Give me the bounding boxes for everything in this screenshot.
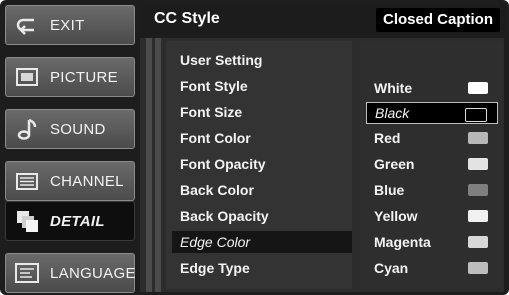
option-magenta[interactable]: Magenta	[366, 231, 498, 253]
menu-item-edge-color[interactable]: Edge Color	[172, 231, 352, 253]
nav-detail-label: DETAIL	[50, 213, 105, 230]
menu-item-user-setting[interactable]: User Setting	[172, 49, 352, 71]
option-label: Magenta	[374, 234, 431, 250]
option-red[interactable]: Red	[366, 127, 498, 149]
picture-icon	[16, 68, 38, 86]
menu-item-edge-type[interactable]: Edge Type	[172, 257, 352, 279]
color-swatch-magenta	[468, 236, 488, 248]
option-label: Yellow	[374, 208, 418, 224]
menu-item-font-size[interactable]: Font Size	[172, 101, 352, 123]
option-yellow[interactable]: Yellow	[366, 205, 498, 227]
header-bar: CC Style Closed Caption	[140, 5, 506, 35]
option-label: Red	[374, 130, 401, 146]
menu-item-font-color[interactable]: Font Color	[172, 127, 352, 149]
color-swatch-yellow	[468, 210, 488, 222]
option-black[interactable]: Black	[366, 102, 498, 124]
stripe	[155, 38, 161, 292]
nav-language-button[interactable]: LANGUAGE	[5, 253, 135, 293]
nav-detail-button[interactable]: DETAIL	[5, 201, 135, 241]
option-green[interactable]: Green	[366, 153, 498, 175]
option-label: Black	[375, 105, 410, 121]
color-swatch-black	[465, 108, 487, 122]
page-title: CC Style	[154, 10, 220, 27]
option-blue[interactable]: Blue	[366, 179, 498, 201]
nav-language-label: LANGUAGE	[50, 265, 136, 282]
nav-channel-button[interactable]: CHANNEL	[5, 161, 135, 201]
nav-exit-button[interactable]: EXIT	[5, 5, 135, 45]
menu-item-font-opacity[interactable]: Font Opacity	[172, 153, 352, 175]
option-label: Blue	[374, 182, 405, 198]
exit-icon	[16, 18, 34, 35]
cc-style-menu: User Setting Font Style Font Size Font C…	[166, 41, 352, 289]
option-cyan[interactable]: Cyan	[366, 257, 498, 279]
option-label: Cyan	[374, 260, 409, 276]
closed-caption-tab[interactable]: Closed Caption	[375, 8, 500, 32]
language-icon	[15, 263, 39, 283]
nav-picture-button[interactable]: PICTURE	[5, 57, 135, 97]
nav-exit-label: EXIT	[50, 17, 85, 34]
channel-icon	[16, 173, 38, 190]
nav-picture-label: PICTURE	[50, 69, 118, 86]
color-swatch-white	[468, 82, 488, 94]
nav-sound-label: SOUND	[50, 121, 106, 138]
option-label: Green	[374, 156, 415, 172]
detail-icon	[17, 211, 38, 232]
option-white[interactable]: White	[366, 77, 498, 99]
menu-item-back-opacity[interactable]: Back Opacity	[172, 205, 352, 227]
tv-osd: EXIT PICTURE SOUND CHANNEL DETAIL LANGUA…	[0, 0, 509, 295]
option-label: White	[374, 80, 413, 96]
color-swatch-cyan	[468, 262, 488, 274]
sound-icon	[17, 118, 37, 140]
stripe	[146, 38, 152, 292]
menu-item-font-style[interactable]: Font Style	[172, 75, 352, 97]
color-swatch-blue	[468, 184, 488, 196]
edge-color-options: White Black Red Green Blue Yellow Magent…	[360, 41, 502, 289]
nav-sound-button[interactable]: SOUND	[5, 109, 135, 149]
color-swatch-green	[468, 158, 488, 170]
color-swatch-red	[468, 132, 488, 144]
menu-item-back-color[interactable]: Back Color	[172, 179, 352, 201]
nav-channel-label: CHANNEL	[50, 173, 124, 190]
